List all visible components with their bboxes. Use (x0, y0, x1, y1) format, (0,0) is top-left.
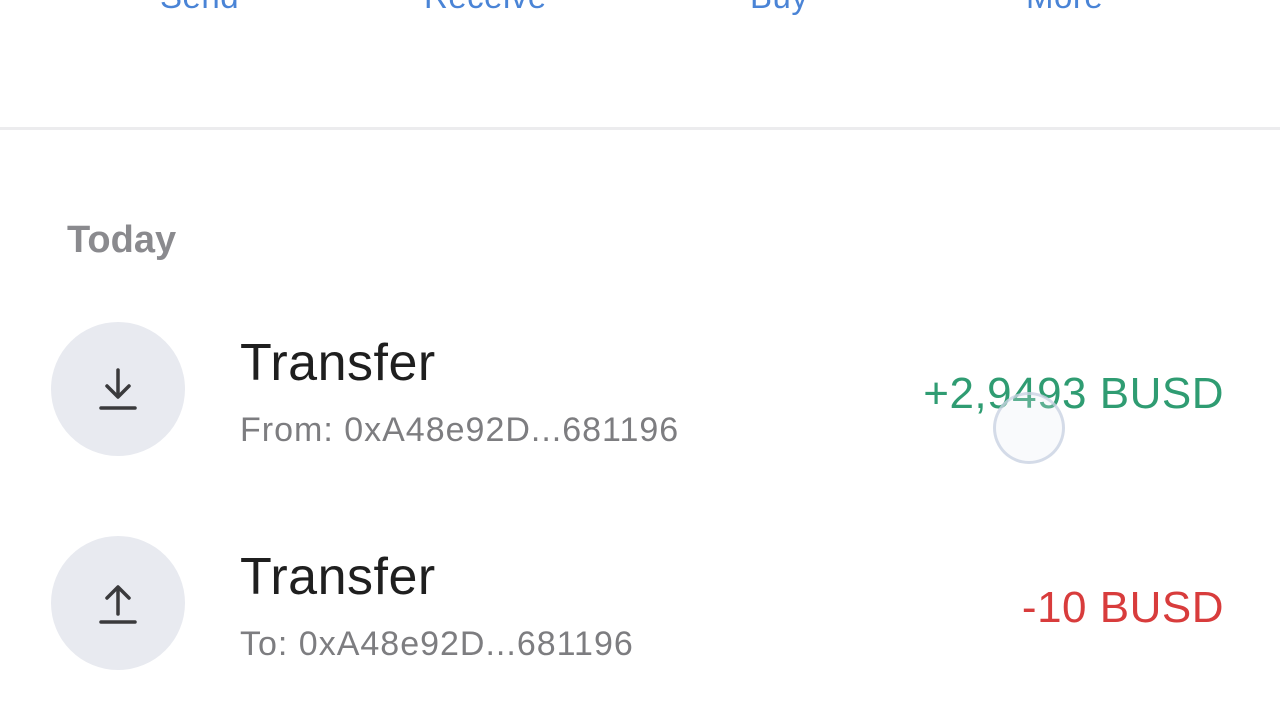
transaction-address: From: 0xA48e92D...681196 (240, 411, 680, 449)
transaction-address: To: 0xA48e92D...681196 (240, 625, 634, 663)
buy-button[interactable]: Buy (750, 0, 808, 16)
wallet-screen: Send Receive Buy More Today Transfer Fro… (0, 0, 1280, 720)
download-arrow-icon (51, 322, 185, 456)
section-title-today: Today (67, 219, 177, 261)
upload-arrow-icon (51, 536, 185, 670)
receive-button[interactable]: Receive (424, 0, 547, 16)
transaction-amount: -10 BUSD (1021, 583, 1224, 632)
transaction-title: Transfer (240, 548, 436, 606)
transaction-row-incoming[interactable]: Transfer From: 0xA48e92D...681196 +2,949… (0, 306, 1280, 476)
more-button[interactable]: More (1026, 0, 1103, 16)
transaction-row-outgoing[interactable]: Transfer To: 0xA48e92D...681196 -10 BUSD (0, 520, 1280, 690)
send-button[interactable]: Send (160, 0, 239, 16)
transaction-amount: +2,9493 BUSD (923, 369, 1224, 418)
action-bar: Send Receive Buy More (0, 0, 1280, 130)
transaction-title: Transfer (240, 334, 436, 392)
touch-indicator (993, 392, 1065, 464)
